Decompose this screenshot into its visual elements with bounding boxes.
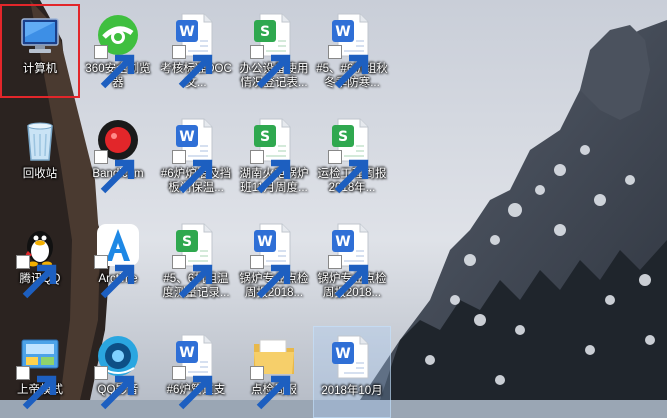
spreadsheet-icon: S	[328, 116, 376, 194]
360-browser-icon	[94, 11, 142, 89]
svg-text:S: S	[182, 234, 192, 250]
icon-label: 计算机	[22, 63, 58, 75]
svg-text:W: W	[179, 24, 194, 40]
desktop-icon-qq[interactable]: 腾讯QQ	[1, 215, 79, 307]
control-panel-icon	[16, 332, 64, 410]
desktop-icon-word-doc[interactable]: W 考核标准DOC 文...	[157, 5, 235, 97]
desktop-icon-wps-sheet[interactable]: S 运检工程周报 2018年...	[313, 110, 391, 202]
svg-text:W: W	[257, 234, 272, 250]
word-document-icon: W	[250, 221, 298, 299]
shortcut-arrow-icon	[250, 255, 291, 299]
shortcut-arrow-icon	[16, 255, 57, 299]
svg-text:W: W	[335, 346, 350, 362]
word-document-icon: W	[172, 11, 220, 89]
desktop-icon-grid: 计算机 回收站 腾讯QQ 上帝模式 360安全浏览器 Bandicam Arct…	[0, 0, 667, 418]
word-document-icon: W	[328, 11, 376, 89]
desktop-icon-computer[interactable]: 计算机	[0, 4, 80, 98]
desktop-icon-word-doc[interactable]: W #5、#6机组秋冬季防寒...	[313, 5, 391, 97]
shortcut-arrow-icon	[250, 45, 291, 89]
word-document-icon: W	[172, 116, 220, 194]
desktop-icon-folder[interactable]: 点检周报	[235, 326, 313, 418]
desktop-icon-arctime[interactable]: Arctime	[79, 215, 157, 307]
icon-label: 回收站	[22, 168, 58, 180]
bandicam-icon	[94, 116, 142, 194]
spreadsheet-icon: S	[172, 221, 220, 299]
desktop-icon-word-doc[interactable]: W #6炉管道支	[157, 326, 235, 418]
word-document-icon: W	[328, 221, 376, 299]
desktop-icon-word-doc[interactable]: W #6炉炉墙及挡板门保温...	[157, 110, 235, 202]
shortcut-arrow-icon	[250, 366, 291, 410]
desktop-icon-recycle-bin[interactable]: 回收站	[1, 110, 79, 202]
shortcut-arrow-icon	[250, 150, 291, 194]
desktop-icon-wps-sheet[interactable]: S 湖南火电锅炉班11月周度...	[235, 110, 313, 202]
qq-player-icon	[94, 332, 142, 410]
spreadsheet-icon: S	[250, 116, 298, 194]
spreadsheet-icon: S	[250, 11, 298, 89]
folder-icon	[250, 332, 298, 410]
svg-text:W: W	[335, 234, 350, 250]
desktop-icon-word-doc[interactable]: W 锅炉专业点检周报2018...	[313, 215, 391, 307]
desktop-icon-wps-sheet[interactable]: S #5、6机组温度测量记录...	[157, 215, 235, 307]
svg-text:W: W	[179, 345, 194, 361]
svg-text:S: S	[338, 129, 348, 145]
shortcut-arrow-icon	[172, 45, 213, 89]
shortcut-arrow-icon	[328, 150, 369, 194]
svg-text:W: W	[335, 24, 350, 40]
shortcut-arrow-icon	[94, 150, 135, 194]
desktop-icon-word-doc[interactable]: W 锅炉专业点检周报2018...	[235, 215, 313, 307]
arctime-icon	[94, 221, 142, 299]
shortcut-arrow-icon	[172, 255, 213, 299]
desktop-icon-360-browser[interactable]: 360安全浏览器	[79, 5, 157, 97]
shortcut-arrow-icon	[172, 150, 213, 194]
shortcut-arrow-icon	[16, 366, 57, 410]
desktop-icon-god-mode[interactable]: 上帝模式	[1, 326, 79, 418]
svg-text:W: W	[179, 129, 194, 145]
desktop-icon-bandicam[interactable]: Bandicam	[79, 110, 157, 202]
shortcut-arrow-icon	[94, 366, 135, 410]
shortcut-arrow-icon	[94, 45, 135, 89]
recycle-bin-icon	[16, 116, 64, 164]
desktop-icon-wps-sheet[interactable]: S 办公设备使用情况登记表...	[235, 5, 313, 97]
shortcut-arrow-icon	[328, 45, 369, 89]
svg-text:S: S	[260, 129, 270, 145]
shortcut-arrow-icon	[172, 366, 213, 410]
qq-penguin-icon	[16, 221, 64, 299]
shortcut-arrow-icon	[94, 255, 135, 299]
word-document-icon: W	[172, 332, 220, 410]
icon-label: 2018年10月	[321, 385, 383, 397]
desktop-icon-word-doc[interactable]: W 2018年10月	[313, 326, 391, 418]
computer-icon	[16, 11, 64, 59]
desktop-icon-qq-player[interactable]: QQ影音	[79, 326, 157, 418]
word-document-icon: W	[328, 333, 376, 381]
svg-text:S: S	[260, 24, 270, 40]
shortcut-arrow-icon	[328, 255, 369, 299]
